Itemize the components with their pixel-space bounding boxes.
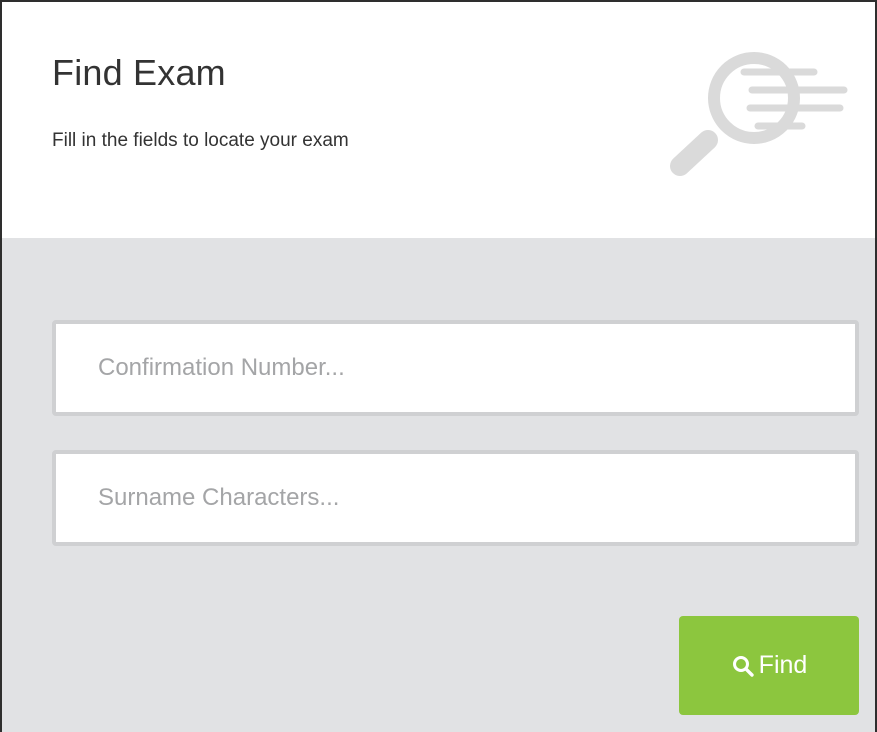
find-button[interactable]: Find	[679, 616, 859, 715]
find-button-label: Find	[758, 651, 808, 679]
page-title: Find Exam	[52, 52, 226, 93]
search-icon	[732, 655, 754, 677]
magnifier-search-icon	[670, 52, 848, 176]
page-subtitle: Fill in the fields to locate your exam	[52, 130, 349, 151]
confirmation-number-input[interactable]	[52, 320, 859, 416]
find-exam-panel: Find Exam Fill in the fields to locate y…	[0, 0, 877, 732]
panel-header: Find Exam Fill in the fields to locate y…	[2, 2, 875, 238]
surname-characters-input[interactable]	[52, 450, 859, 546]
